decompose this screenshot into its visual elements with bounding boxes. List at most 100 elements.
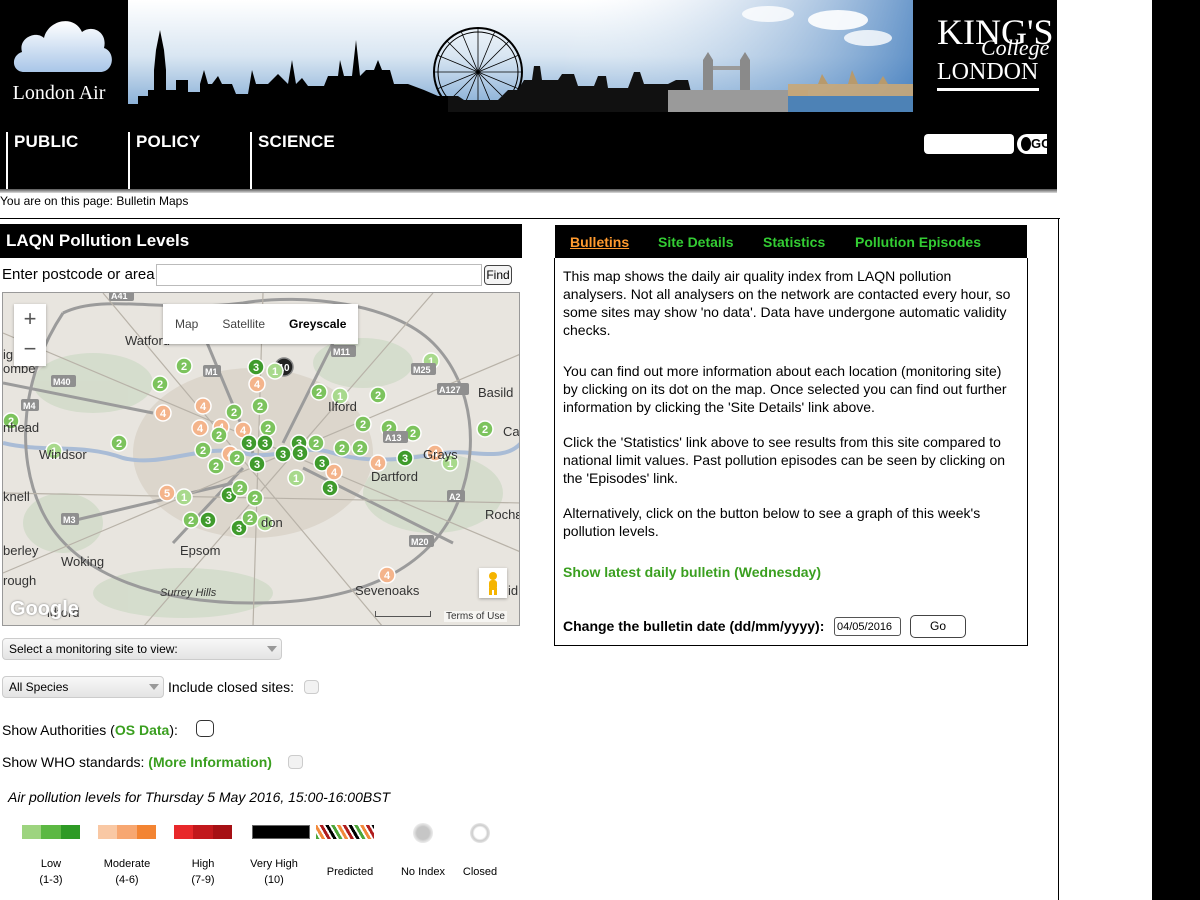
go-button[interactable]: Go bbox=[910, 615, 966, 638]
legend-high-label: High bbox=[191, 858, 215, 870]
breadcrumb: You are on this page: Bulletin Maps bbox=[0, 194, 189, 208]
legend-very-high-range: (10) bbox=[264, 874, 284, 886]
terms-of-use-link[interactable]: Terms of Use bbox=[444, 611, 507, 622]
site-marker-value: 2 bbox=[213, 461, 219, 473]
svg-text:A41: A41 bbox=[111, 293, 128, 301]
road-label: M11 bbox=[331, 345, 356, 357]
site-marker[interactable]: 2 bbox=[210, 426, 228, 444]
site-marker[interactable]: 2 bbox=[259, 419, 277, 437]
site-marker[interactable]: 3 bbox=[199, 511, 217, 529]
street-view-pegman-icon[interactable] bbox=[479, 568, 507, 598]
tab-statistics[interactable]: Statistics bbox=[763, 234, 825, 250]
site-marker[interactable]: 2 bbox=[225, 403, 243, 421]
site-marker[interactable]: 2 bbox=[194, 441, 212, 459]
zoom-out-button[interactable]: − bbox=[14, 336, 46, 362]
site-marker[interactable]: 2 bbox=[175, 357, 193, 375]
road-label: A41 bbox=[109, 293, 134, 301]
site-marker-value: 5 bbox=[164, 488, 170, 500]
who-more-info-link[interactable]: (More Information) bbox=[148, 754, 272, 770]
postcode-input[interactable] bbox=[156, 264, 482, 286]
site-marker[interactable]: 3 bbox=[240, 434, 258, 452]
site-marker[interactable]: 3 bbox=[396, 449, 414, 467]
species-select[interactable]: All Species bbox=[2, 676, 164, 698]
site-marker-value: 2 bbox=[316, 387, 322, 399]
site-marker-value: 2 bbox=[375, 390, 381, 402]
site-marker[interactable]: 2 bbox=[241, 509, 259, 527]
site-marker[interactable]: 3 bbox=[247, 358, 265, 376]
tab-pollution-episodes[interactable]: Pollution Episodes bbox=[855, 234, 981, 250]
site-marker[interactable]: 4 bbox=[248, 375, 266, 393]
site-marker[interactable]: 2 bbox=[251, 397, 269, 415]
kings-college-logo[interactable]: KING'S College LONDON bbox=[913, 0, 1057, 112]
site-marker-value: 1 bbox=[272, 366, 278, 378]
road-label: A13 bbox=[383, 431, 408, 443]
site-marker[interactable]: 3 bbox=[291, 444, 309, 462]
map-place-label: Dartford bbox=[371, 469, 418, 484]
who-standards-label: Show WHO standards: (More Information) bbox=[2, 754, 272, 770]
bulletin-date-label: Change the bulletin date (dd/mm/yyyy): bbox=[563, 618, 825, 634]
authorities-label-prefix: Show Authorities ( bbox=[2, 722, 115, 738]
map-type-greyscale[interactable]: Greyscale bbox=[277, 304, 358, 344]
info-paragraph: Click the 'Statistics' link above to see… bbox=[563, 434, 1006, 486]
site-marker[interactable]: 5 bbox=[158, 484, 176, 502]
monitoring-site-select[interactable]: Select a monitoring site to view: bbox=[2, 638, 282, 660]
site-marker[interactable]: 1 bbox=[266, 362, 284, 380]
site-marker[interactable]: 2 bbox=[354, 415, 372, 433]
site-marker[interactable]: 2 bbox=[310, 383, 328, 401]
map-place-label: berley bbox=[3, 543, 39, 558]
site-marker[interactable]: 4 bbox=[154, 404, 172, 422]
map-type-map[interactable]: Map bbox=[163, 304, 210, 344]
nav-search-button[interactable]: GO bbox=[1017, 134, 1051, 154]
svg-text:A127: A127 bbox=[439, 385, 461, 395]
site-marker[interactable]: 2 bbox=[476, 420, 494, 438]
site-marker[interactable]: 4 bbox=[194, 397, 212, 415]
site-marker-value: 3 bbox=[254, 459, 260, 471]
content-divider bbox=[0, 218, 1060, 219]
site-marker[interactable]: 4 bbox=[378, 566, 396, 584]
legend-swatch-predicted bbox=[316, 825, 374, 839]
map-place-label: nhead bbox=[3, 420, 39, 435]
zoom-in-button[interactable]: + bbox=[14, 306, 46, 332]
site-marker[interactable]: 2 bbox=[369, 386, 387, 404]
site-marker[interactable]: 3 bbox=[274, 445, 292, 463]
zoom-control: + − bbox=[14, 304, 46, 366]
who-standards-checkbox[interactable] bbox=[288, 755, 303, 769]
nav-policy[interactable]: POLICY bbox=[128, 132, 201, 190]
nav-science[interactable]: SCIENCE bbox=[250, 132, 335, 190]
site-marker[interactable]: 3 bbox=[321, 479, 339, 497]
map-scale-bar bbox=[375, 611, 431, 617]
site-marker[interactable]: 2 bbox=[231, 479, 249, 497]
tab-site-details[interactable]: Site Details bbox=[658, 234, 733, 250]
authorities-checkbox[interactable] bbox=[196, 720, 214, 737]
map-place-label: Grays bbox=[423, 447, 458, 462]
site-marker[interactable]: 2 bbox=[110, 434, 128, 452]
bulletin-date-input[interactable] bbox=[834, 617, 901, 636]
site-marker[interactable]: 2 bbox=[333, 439, 351, 457]
site-marker[interactable]: 2 bbox=[228, 449, 246, 467]
legend-closed: Closed bbox=[462, 866, 498, 878]
latest-bulletin-link[interactable]: Show latest daily bulletin (Wednesday) bbox=[563, 564, 821, 580]
site-marker[interactable]: 3 bbox=[248, 455, 266, 473]
species-select-value: All Species bbox=[9, 680, 69, 694]
site-marker[interactable]: 2 bbox=[151, 375, 169, 393]
site-marker[interactable]: 2 bbox=[207, 457, 225, 475]
nav-public[interactable]: PUBLIC bbox=[6, 132, 78, 190]
find-button[interactable]: Find bbox=[484, 265, 512, 285]
site-marker[interactable]: 4 bbox=[325, 463, 343, 481]
site-marker[interactable]: 4 bbox=[191, 419, 209, 437]
map-type-satellite[interactable]: Satellite bbox=[210, 304, 277, 344]
site-marker-value: 2 bbox=[231, 407, 237, 419]
site-marker[interactable]: 3 bbox=[256, 434, 274, 452]
site-marker[interactable]: 1 bbox=[175, 488, 193, 506]
closed-sites-checkbox[interactable] bbox=[304, 680, 319, 694]
site-marker[interactable]: 2 bbox=[182, 511, 200, 529]
site-marker[interactable]: 2 bbox=[351, 439, 369, 457]
site-marker[interactable]: 2 bbox=[246, 489, 264, 507]
tab-bulletins[interactable]: Bulletins bbox=[570, 234, 629, 250]
site-marker[interactable]: 2 bbox=[307, 434, 325, 452]
nav-search-input[interactable] bbox=[924, 134, 1014, 154]
svg-text:M3: M3 bbox=[63, 515, 76, 525]
london-air-logo[interactable]: London Air bbox=[0, 0, 128, 112]
site-marker[interactable]: 1 bbox=[287, 469, 305, 487]
os-data-link[interactable]: OS Data bbox=[115, 722, 169, 738]
